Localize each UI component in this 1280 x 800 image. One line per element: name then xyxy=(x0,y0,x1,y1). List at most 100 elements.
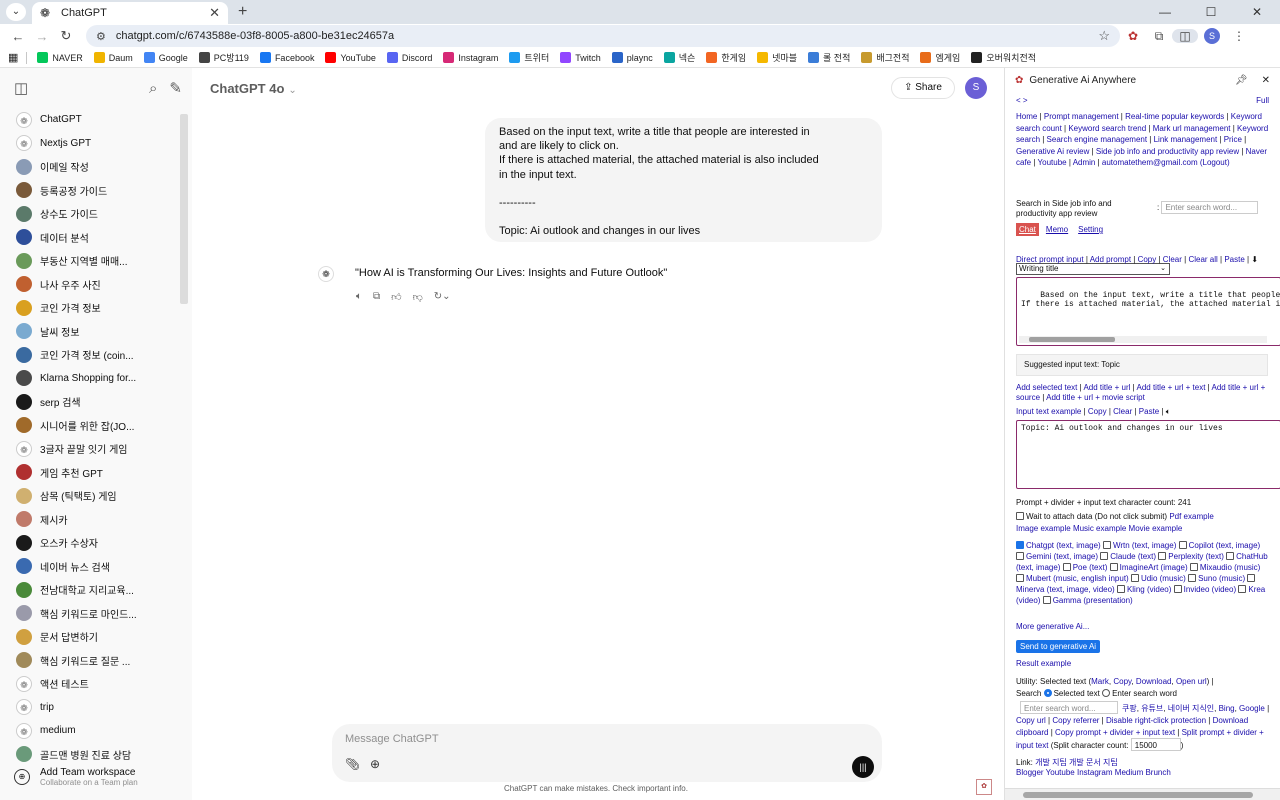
browser-tab[interactable]: ❁ ChatGPT ✕ xyxy=(32,2,228,24)
service-link[interactable]: Udio (music) xyxy=(1141,574,1186,583)
link-item[interactable]: Blogger xyxy=(1016,768,1044,777)
regenerate-icon[interactable]: ↻⌄ xyxy=(434,291,451,303)
service-checkbox[interactable] xyxy=(1016,541,1024,549)
close-panel-icon[interactable]: ✕ xyxy=(1262,75,1270,86)
sidebar-gpt-item[interactable]: serp 검색 xyxy=(4,390,188,414)
example-link[interactable]: Movie example xyxy=(1129,524,1183,533)
service-link[interactable]: Invideo (video) xyxy=(1184,585,1236,594)
result-example-link[interactable]: Result example xyxy=(1016,659,1071,668)
utility-action-link[interactable]: Copy referrer xyxy=(1052,716,1099,725)
sidebar-scrollbar[interactable] xyxy=(180,114,188,304)
address-bar[interactable]: ⚙ chatgpt.com/c/6743588e-03f8-8005-a800-… xyxy=(86,25,1120,47)
input-action-link[interactable]: Copy xyxy=(1088,407,1107,416)
search-engine-link[interactable]: 유튜브 xyxy=(1141,704,1163,713)
sidebar-gpt-item[interactable]: 날씨 정보 xyxy=(4,320,188,344)
sidebar-gpt-item[interactable]: 네이버 뉴스 검색 xyxy=(4,555,188,579)
attach-icon[interactable]: 📎︎ xyxy=(345,757,360,771)
copy-icon[interactable]: ⧉ xyxy=(373,291,380,303)
example-link[interactable]: Image example xyxy=(1016,524,1071,533)
site-search-input[interactable]: Enter search word... xyxy=(1161,201,1259,214)
service-checkbox[interactable] xyxy=(1173,585,1182,594)
sidebar-gpt-item[interactable]: ❁ 3글자 끝말 잇기 게임 xyxy=(4,437,188,461)
close-window-icon[interactable]: ✕ xyxy=(1234,0,1280,24)
prompt-action-link[interactable]: Clear xyxy=(1163,255,1182,264)
enter-word-radio[interactable] xyxy=(1102,688,1111,697)
sidebar-gpt-item[interactable]: 제시카 xyxy=(4,508,188,532)
link-item[interactable]: Youtube xyxy=(1046,768,1075,777)
service-link[interactable]: Mubert (music, english input) xyxy=(1026,574,1129,583)
add-text-link[interactable]: Add title + url xyxy=(1083,383,1130,392)
link-item[interactable]: Brunch xyxy=(1145,768,1170,777)
service-checkbox[interactable] xyxy=(1062,563,1071,572)
nav-link[interactable]: Admin xyxy=(1073,158,1096,167)
send-to-generative-ai-button[interactable]: Send to generative Ai xyxy=(1016,640,1101,653)
full-link[interactable]: Full xyxy=(1256,96,1269,105)
thumbs-down-icon[interactable]: 👎︎ xyxy=(413,291,423,303)
selected-text-radio[interactable] xyxy=(1043,688,1052,697)
bookmark-item[interactable]: Twitch xyxy=(560,51,601,64)
sidebar-gpt-item[interactable]: 데이터 분석 xyxy=(4,226,188,250)
maximize-icon[interactable]: ☐ xyxy=(1188,0,1234,24)
service-link[interactable]: Kling (video) xyxy=(1127,585,1171,594)
web-search-icon[interactable]: ⊕ xyxy=(370,757,380,771)
sidebar-gpt-item[interactable]: 문서 답변하기 xyxy=(4,625,188,649)
sidebar-gpt-item[interactable]: ❁ medium xyxy=(4,719,188,743)
utility-action-link[interactable]: Copy prompt + divider + input text xyxy=(1055,728,1175,737)
sidebar-gpt-item[interactable]: 전남대학교 지리교육... xyxy=(4,578,188,602)
speaker-icon[interactable]: 🔈︎ xyxy=(1166,407,1171,416)
nav-prev-next-link[interactable]: < > xyxy=(1016,96,1028,105)
add-text-link[interactable]: Add title + url + movie script xyxy=(1046,393,1145,402)
bookmark-item[interactable]: Discord xyxy=(386,51,432,64)
bookmark-item[interactable]: PC방119 xyxy=(198,51,249,64)
prompt-action-link[interactable]: Copy xyxy=(1138,255,1157,264)
extensions-puzzle-icon[interactable]: ⧉ xyxy=(1146,29,1172,44)
sidebar-gpt-item[interactable]: ❁ 액션 테스트 xyxy=(4,672,188,696)
nav-link[interactable]: Real-time popular keywords xyxy=(1125,112,1224,121)
bookmark-star-icon[interactable]: ☆ xyxy=(1098,28,1110,44)
service-checkbox[interactable] xyxy=(1016,574,1024,583)
service-checkbox[interactable] xyxy=(1238,585,1247,594)
service-link[interactable]: Minerva (text, image, video) xyxy=(1016,585,1115,594)
wait-attach-checkbox[interactable] xyxy=(1016,512,1024,520)
service-checkbox[interactable] xyxy=(1100,552,1109,561)
search-chats-icon[interactable]: ⌕ xyxy=(149,80,157,97)
bookmark-item[interactable]: Facebook xyxy=(259,51,314,64)
bookmark-item[interactable]: 넷마블 xyxy=(757,51,797,64)
forward-icon[interactable]: → xyxy=(30,29,54,44)
prompt-action-link[interactable]: Paste xyxy=(1224,255,1244,264)
nav-link[interactable]: Link management xyxy=(1154,135,1218,144)
sidebar-gpt-item[interactable]: 상수도 가이드 xyxy=(4,202,188,226)
search-word-input[interactable]: Enter search word... xyxy=(1020,701,1118,715)
service-link[interactable]: Perplexity (text) xyxy=(1168,552,1224,561)
sidebar-gpt-item[interactable]: Klarna Shopping for... xyxy=(4,367,188,391)
search-engine-link[interactable]: 네이버 지식인 xyxy=(1168,704,1214,713)
nav-link[interactable]: Generative Ai review xyxy=(1016,147,1089,156)
bookmark-item[interactable]: NAVER xyxy=(37,51,83,64)
service-checkbox[interactable] xyxy=(1226,552,1235,561)
link-item[interactable]: 개발 문서 xyxy=(1069,758,1101,767)
reload-icon[interactable]: ↻ xyxy=(54,28,78,44)
input-textarea[interactable]: Topic: Ai outlook and changes in our liv… xyxy=(1016,420,1280,489)
service-checkbox[interactable] xyxy=(1188,574,1197,583)
profile-avatar[interactable]: S xyxy=(1204,28,1220,44)
link-item[interactable]: Medium xyxy=(1115,768,1143,777)
nav-link[interactable]: Youtube xyxy=(1038,158,1067,167)
sidebar-gpt-item[interactable]: 나사 우주 사진 xyxy=(4,273,188,297)
input-action-link[interactable]: Paste xyxy=(1139,407,1159,416)
apps-grid-icon[interactable]: ▦ xyxy=(8,51,18,64)
split-count-input[interactable]: 15000 xyxy=(1130,738,1181,752)
more-generative-ai-link[interactable]: More generative Ai... xyxy=(1016,622,1089,631)
service-link[interactable]: Chatgpt (text, image) xyxy=(1026,541,1101,550)
utility-link[interactable]: Open url xyxy=(1176,677,1207,686)
service-checkbox[interactable] xyxy=(1247,574,1256,583)
service-checkbox[interactable] xyxy=(1116,585,1125,594)
extension-floating-icon[interactable]: ✿ xyxy=(976,779,992,795)
bookmark-item[interactable]: 넥슨 xyxy=(663,51,695,64)
example-link[interactable]: Music example xyxy=(1073,524,1126,533)
nav-link[interactable]: Side job info and productivity app revie… xyxy=(1096,147,1239,156)
nav-link[interactable]: Mark url management xyxy=(1153,124,1231,133)
panel-hscrollbar[interactable] xyxy=(1005,788,1280,800)
tab-setting[interactable]: Setting xyxy=(1075,223,1106,236)
service-link[interactable]: Poe (text) xyxy=(1073,563,1108,572)
user-avatar[interactable]: S xyxy=(965,77,987,99)
